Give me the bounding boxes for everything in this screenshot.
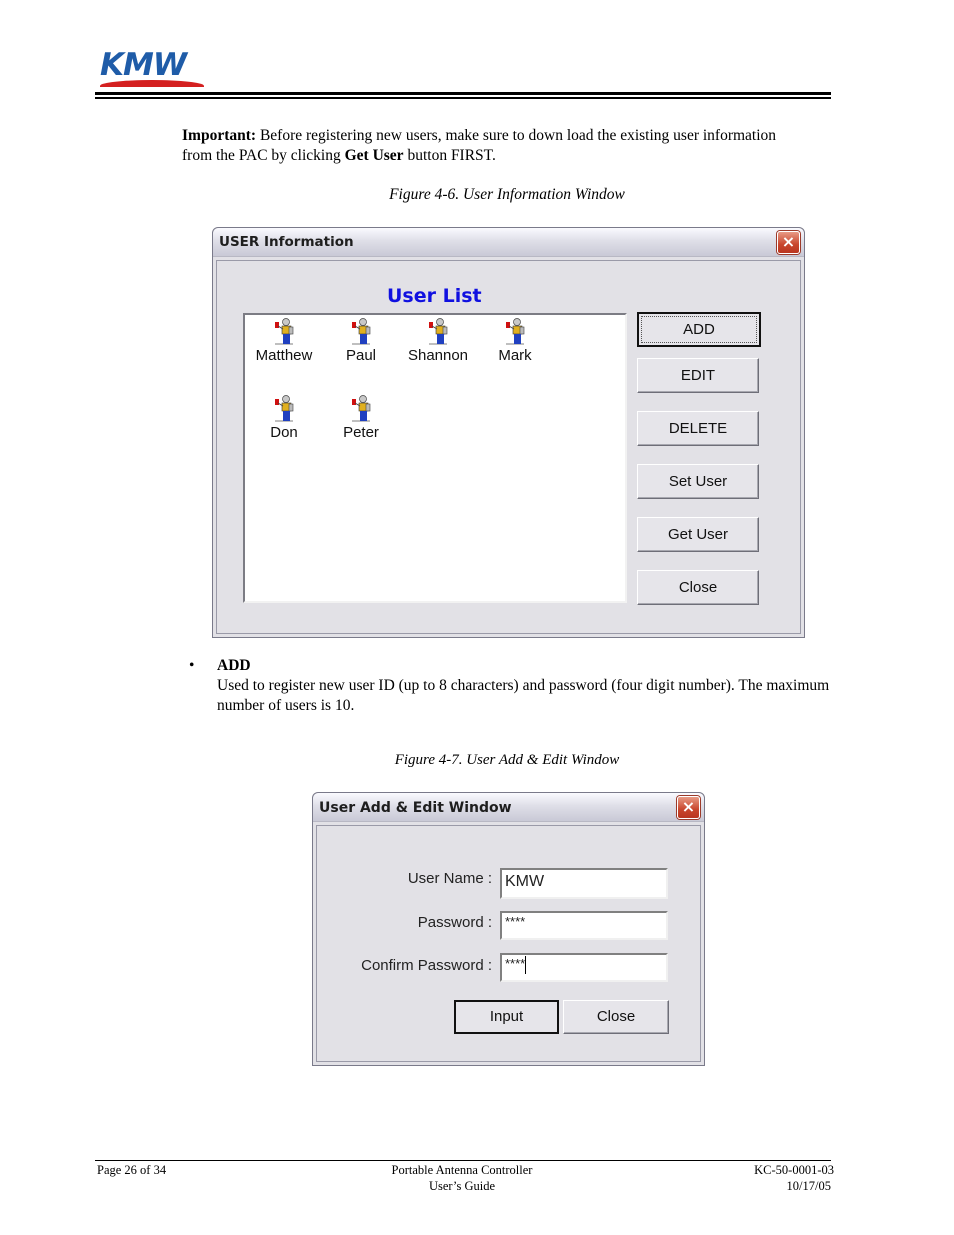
user-figure-icon (429, 318, 448, 345)
user-name-label: User Name : (407, 870, 492, 887)
footer-subtitle: User’s Guide (428, 1179, 496, 1193)
bullet-marker: • (189, 657, 195, 674)
user-figure-icon (275, 395, 294, 422)
password-label: Password : (417, 914, 492, 931)
text-caret (525, 955, 527, 974)
user-name: Shannon (407, 347, 469, 364)
user-name: Paul (345, 347, 377, 364)
footer-rule (95, 1160, 831, 1161)
password-input[interactable]: **** (500, 911, 668, 940)
important-label: Important: (182, 127, 257, 144)
header-rule (95, 92, 831, 95)
close-icon[interactable]: × (677, 796, 700, 819)
important-note: Important: Before registering new users,… (182, 126, 782, 166)
user-item-don[interactable]: Don (246, 394, 322, 441)
header-rule-thin (95, 97, 831, 99)
window-body: User List Matthew Paul Shannon Mark Don … (216, 260, 801, 634)
title-bar: USER Information × (213, 228, 804, 257)
user-name: Don (270, 424, 298, 441)
footer-title: Portable Antenna Controller (391, 1163, 533, 1177)
confirm-password-input[interactable]: **** (500, 953, 668, 982)
get-user-button[interactable]: Get User (637, 517, 759, 552)
edit-button[interactable]: EDIT (637, 358, 759, 393)
close-button[interactable]: Close (637, 570, 759, 605)
focus-ring (641, 316, 757, 343)
figure-4-6-caption: Figure 4-6. User Information Window (389, 186, 625, 203)
input-button[interactable]: Input (454, 1000, 559, 1034)
doc-date: 10/17/05 (786, 1179, 831, 1193)
user-information-window: USER Information × User List Matthew Pau… (212, 227, 805, 638)
user-figure-icon (275, 318, 294, 345)
important-text-2: button FIRST. (403, 147, 496, 164)
add-description: Used to register new user ID (up to 8 ch… (217, 677, 830, 714)
user-item-shannon[interactable]: Shannon (400, 317, 476, 364)
user-item-paul[interactable]: Paul (323, 317, 399, 364)
user-name: Peter (343, 424, 379, 441)
window-body: User Name : KMW Password : **** Confirm … (316, 825, 701, 1062)
add-heading: ADD (217, 657, 251, 674)
close-button[interactable]: Close (563, 1000, 669, 1034)
confirm-password-label: Confirm Password : (361, 957, 492, 974)
set-user-button[interactable]: Set User (637, 464, 759, 499)
user-name: Mark (498, 347, 532, 364)
user-list-title: User List (387, 285, 482, 307)
user-figure-icon (352, 395, 371, 422)
user-item-mark[interactable]: Mark (477, 317, 553, 364)
user-list[interactable]: Matthew Paul Shannon Mark Don Peter (243, 313, 627, 603)
figure-4-7-caption: Figure 4-7. User Add & Edit Window (394, 752, 620, 768)
doc-number: KC-50-0001-03 (754, 1163, 834, 1177)
user-name: Matthew (255, 347, 313, 364)
window-title: User Add & Edit Window (319, 800, 512, 816)
add-button[interactable]: ADD (637, 312, 761, 347)
page-number: Page 26 of 34 (97, 1163, 167, 1177)
user-figure-icon (506, 318, 525, 345)
user-figure-icon (352, 318, 371, 345)
confirm-password-value: **** (505, 956, 526, 971)
delete-button[interactable]: DELETE (637, 411, 759, 446)
close-icon[interactable]: × (777, 231, 800, 254)
logo-text: KMW (100, 47, 187, 83)
user-name-input[interactable]: KMW (500, 868, 668, 899)
user-item-matthew[interactable]: Matthew (246, 317, 322, 364)
user-add-edit-window: User Add & Edit Window × User Name : KMW… (312, 792, 705, 1066)
user-item-peter[interactable]: Peter (323, 394, 399, 441)
logo-swoosh (100, 80, 204, 87)
get-user-bold: Get User (344, 147, 404, 164)
window-title: USER Information (219, 234, 354, 250)
kmw-logo: KMW (100, 48, 206, 88)
title-bar: User Add & Edit Window × (313, 793, 704, 822)
